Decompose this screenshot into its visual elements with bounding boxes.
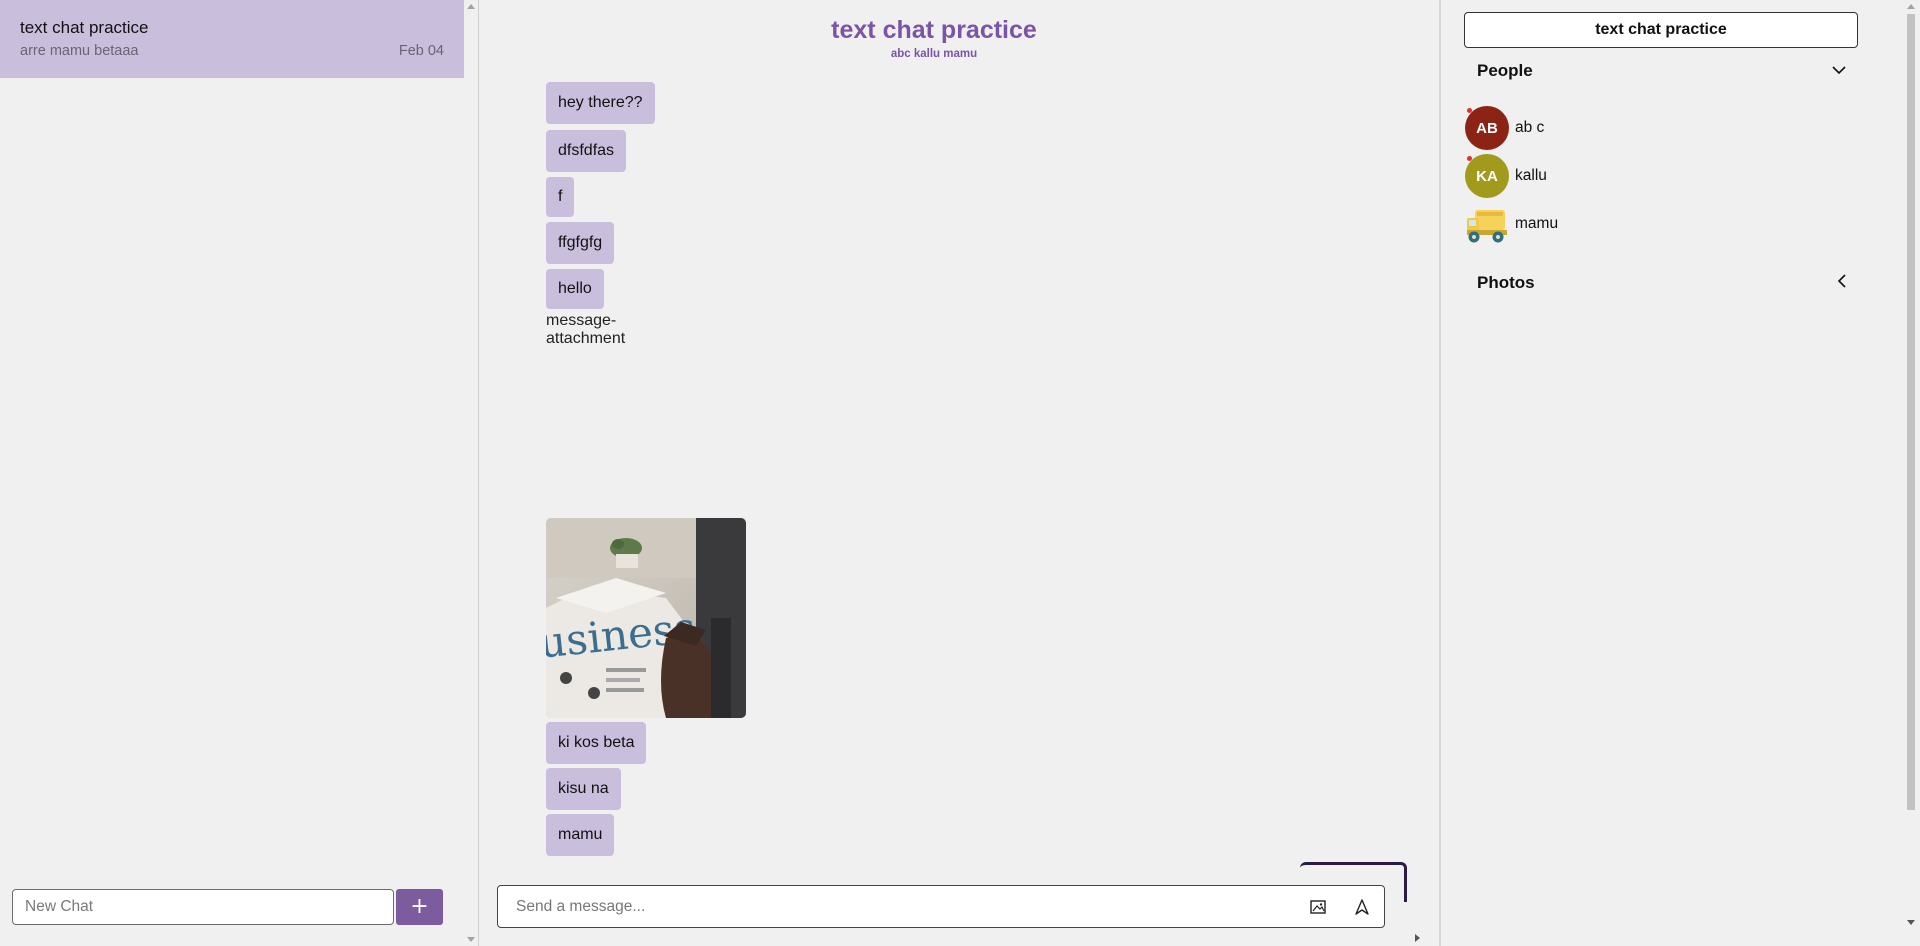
person-item[interactable]: AB ab c (1465, 106, 1544, 150)
chat-header: text chat practice abc kallu mamu (479, 16, 1389, 60)
chat-list-panel: text chat practice arre mamu betaaa Feb … (0, 0, 478, 946)
message-bubble: mamu (546, 814, 615, 856)
chevron-left-icon (1837, 273, 1847, 294)
message-bubble: dfsfdfas (546, 130, 627, 172)
avatar: AB (1465, 106, 1509, 150)
photos-section-header[interactable]: Photos (1477, 268, 1847, 298)
people-section-header[interactable]: People (1477, 56, 1847, 86)
chat-title: text chat practice (831, 16, 1037, 44)
chat-item-title: text chat practice (20, 18, 149, 37)
online-status-dot (1467, 108, 1472, 113)
chat-details-panel: text chat practice People AB ab c KA kal… (1441, 0, 1920, 946)
avatar (1465, 202, 1509, 246)
chat-item-date: Feb 04 (398, 43, 444, 59)
people-label: People (1477, 61, 1533, 80)
new-chat-button[interactable]: + (396, 889, 443, 925)
details-chat-title[interactable]: text chat practice (1464, 12, 1858, 48)
person-item[interactable]: KA kallu (1465, 154, 1547, 198)
chat-feed-panel: text chat practice abc kallu mamu hey th… (479, 0, 1918, 946)
person-name: mamu (1515, 215, 1559, 232)
person-name: kallu (1515, 167, 1547, 184)
chevron-down-icon (1831, 62, 1847, 80)
chat-members-line: abc kallu mamu (890, 48, 978, 60)
truck-avatar-icon (1467, 210, 1507, 243)
message-bubble: kisu na (546, 768, 621, 810)
scroll-up-arrow-icon[interactable] (467, 4, 475, 9)
message-composer (497, 885, 1385, 928)
message-bubble: hello (546, 269, 604, 309)
chat-list-item[interactable]: text chat practice arre mamu betaaa Feb … (0, 0, 464, 78)
avatar-initials: KA (1476, 167, 1498, 185)
message-input[interactable] (498, 886, 1296, 927)
chat-item-preview: arre mamu betaaa (20, 43, 139, 59)
avatar: KA (1465, 154, 1509, 198)
broken-image-alt-text: message-attachment (546, 312, 626, 347)
new-chat-form: + (12, 889, 443, 925)
chat-list-scrollbar[interactable] (464, 0, 478, 946)
message-bubble: ki kos beta (546, 722, 647, 764)
photo-attachment[interactable]: usiness (546, 518, 746, 718)
business-newspaper-photo: usiness (546, 518, 746, 718)
person-item[interactable]: mamu (1465, 202, 1558, 246)
send-icon[interactable] (1340, 886, 1384, 927)
photos-label: Photos (1477, 273, 1535, 292)
online-status-dot (1467, 156, 1472, 161)
person-name: ab c (1515, 119, 1545, 136)
new-chat-input[interactable] (12, 889, 394, 925)
scroll-down-arrow-icon[interactable] (467, 937, 475, 942)
avatar-initials: AB (1476, 119, 1498, 137)
message-bubble: ffgfgfg (546, 222, 615, 264)
broken-image-attachment[interactable]: message-attachment (546, 312, 625, 348)
image-upload-icon[interactable] (1296, 886, 1340, 927)
message-bubble: hey there?? (546, 82, 655, 124)
message-bubble: f (546, 177, 575, 217)
scroll-right-arrow-icon[interactable] (1415, 934, 1420, 942)
